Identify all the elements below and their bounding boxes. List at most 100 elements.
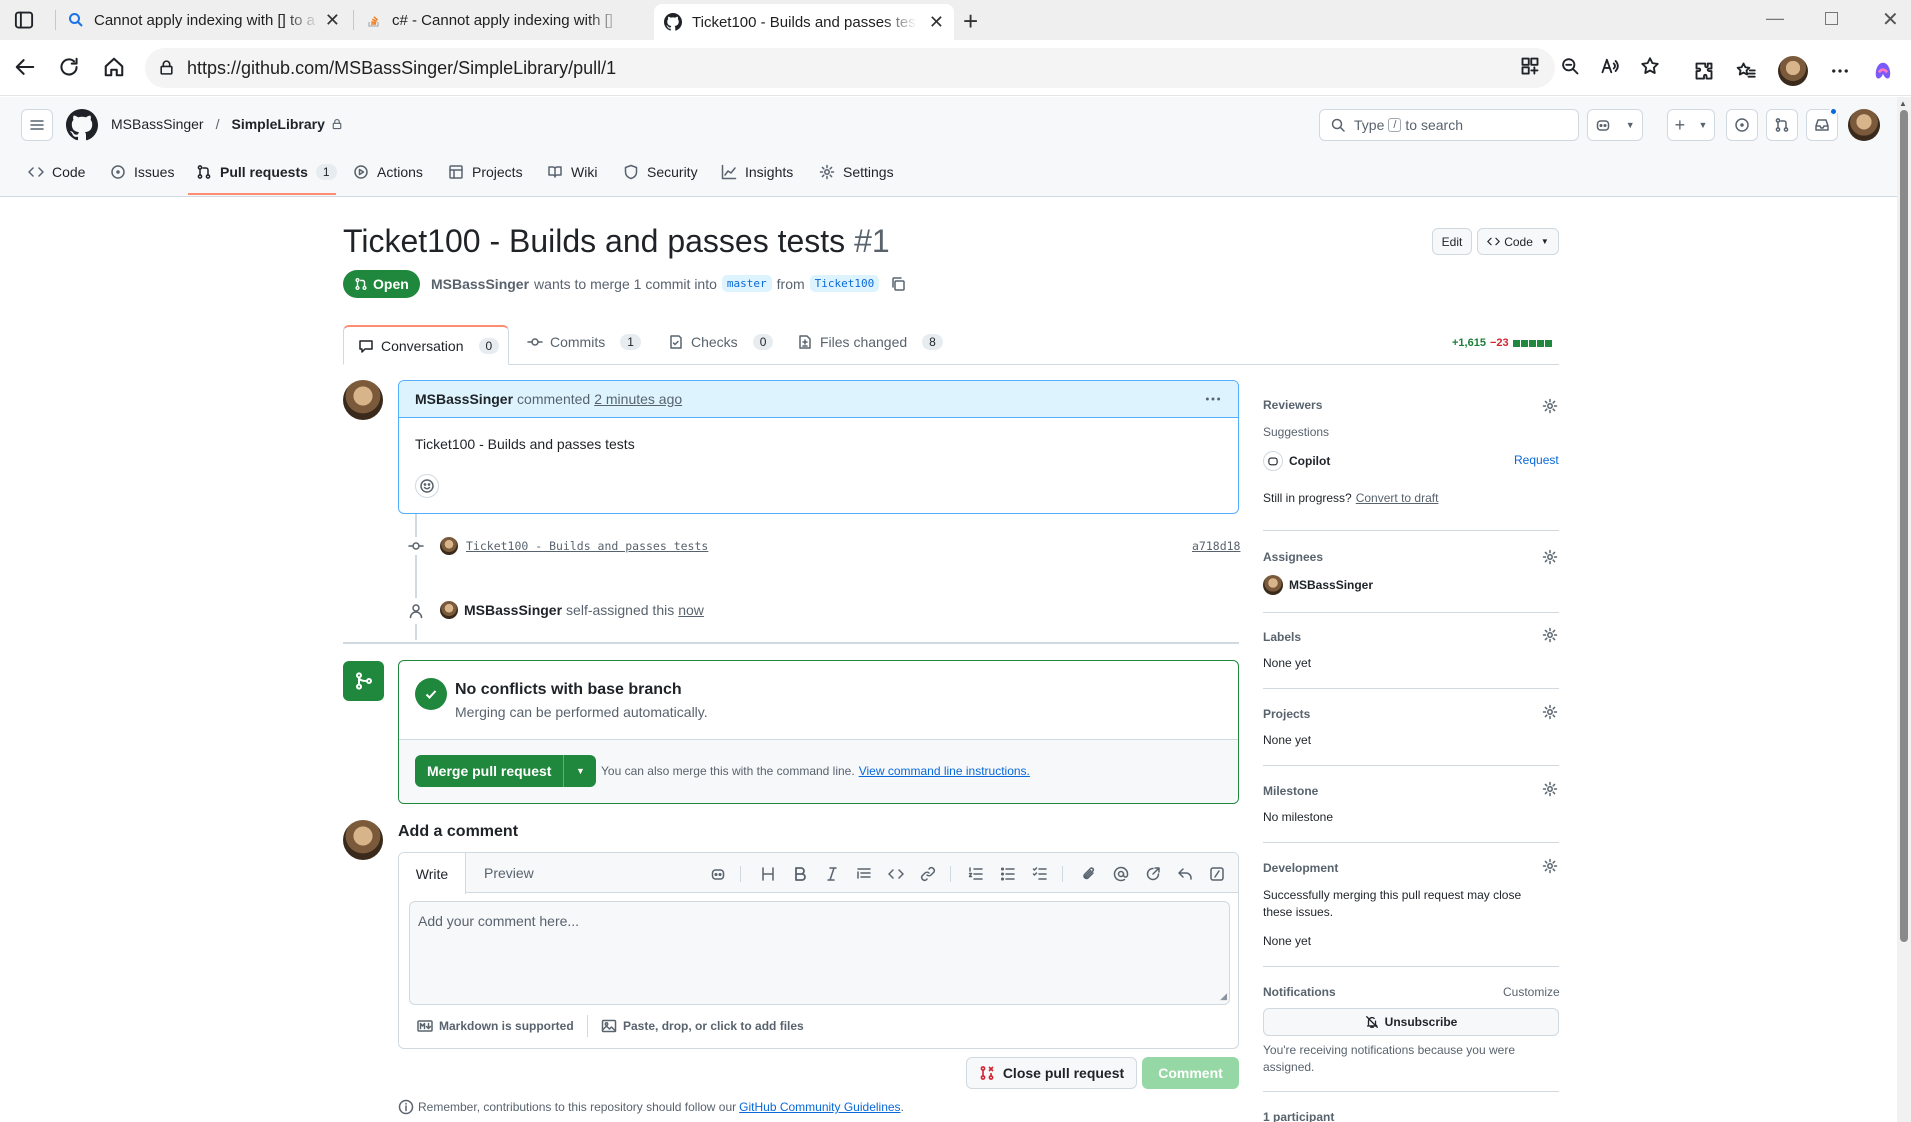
italic-icon[interactable]: [824, 866, 840, 882]
tab-issues[interactable]: Issues: [110, 150, 174, 194]
kebab-menu-icon[interactable]: [1204, 390, 1222, 408]
bold-icon[interactable]: [792, 866, 808, 882]
github-logo-icon[interactable]: [66, 109, 98, 141]
browser-tab-github[interactable]: Ticket100 - Builds and passes test ✕: [654, 4, 954, 40]
tab-code[interactable]: Code: [28, 150, 85, 194]
tab-files-changed[interactable]: Files changed 8: [797, 334, 943, 350]
tab-insights[interactable]: Insights: [721, 150, 793, 194]
commit-avatar[interactable]: [440, 537, 458, 555]
pull-requests-button[interactable]: [1766, 109, 1798, 141]
mention-icon[interactable]: [1113, 866, 1129, 882]
menu-hamburger-icon[interactable]: [21, 109, 53, 141]
issues-button[interactable]: [1726, 109, 1758, 141]
milestone-gear-icon[interactable]: [1542, 781, 1558, 797]
link-icon[interactable]: [920, 866, 936, 882]
customize-link[interactable]: Customize: [1503, 985, 1560, 999]
browser-profile-avatar[interactable]: [1778, 56, 1808, 86]
head-branch[interactable]: Ticket100: [809, 275, 880, 292]
development-gear-icon[interactable]: [1542, 858, 1558, 874]
request-review-link[interactable]: Request: [1514, 453, 1559, 467]
ordered-list-icon[interactable]: [968, 866, 984, 882]
favorites-icon[interactable]: [1736, 61, 1756, 81]
create-new-button[interactable]: + ▼: [1667, 109, 1715, 141]
task-list-icon[interactable]: [1032, 866, 1048, 882]
tab-projects[interactable]: Projects: [448, 150, 523, 194]
browser-tab-stackoverflow[interactable]: c# - Cannot apply indexing with []: [356, 0, 652, 40]
minimize-icon[interactable]: —: [1766, 8, 1784, 29]
assignee-item[interactable]: MSBassSinger: [1263, 575, 1373, 595]
user-avatar[interactable]: [1848, 109, 1880, 141]
avatar[interactable]: [343, 820, 383, 860]
repo-link[interactable]: SimpleLibrary: [231, 116, 324, 132]
favorite-star-icon[interactable]: [1640, 56, 1660, 76]
community-guidelines-link[interactable]: GitHub Community Guidelines: [739, 1100, 900, 1114]
command-line-instructions-link[interactable]: View command line instructions.: [859, 764, 1030, 778]
close-pull-request-button[interactable]: Close pull request: [966, 1057, 1137, 1089]
scrollbar-thumb[interactable]: [1900, 110, 1908, 942]
sidebar-toggle-icon[interactable]: [14, 10, 34, 30]
comment-time[interactable]: 2 minutes ago: [594, 391, 682, 407]
home-icon[interactable]: [103, 56, 125, 78]
extensions-icon[interactable]: [1694, 61, 1714, 81]
tab-preview[interactable]: Preview: [484, 865, 534, 881]
add-reaction-button[interactable]: [415, 474, 439, 498]
unsubscribe-button[interactable]: Unsubscribe: [1263, 1008, 1559, 1036]
inbox-button[interactable]: [1806, 107, 1838, 141]
resize-handle-icon[interactable]: ◢: [1220, 991, 1227, 1002]
tab-write[interactable]: Write: [399, 853, 466, 894]
comment-button[interactable]: Comment: [1142, 1057, 1239, 1089]
comment-textarea[interactable]: Add your comment here... ◢: [409, 901, 1230, 1005]
tab-settings[interactable]: Settings: [819, 150, 894, 194]
reply-icon[interactable]: [1177, 866, 1193, 882]
close-icon[interactable]: ✕: [325, 10, 340, 31]
read-aloud-icon[interactable]: [1600, 56, 1620, 76]
edit-button[interactable]: Edit: [1432, 228, 1472, 255]
cross-reference-icon[interactable]: [1145, 866, 1161, 882]
copilot-menu-button[interactable]: ▼: [1587, 109, 1643, 141]
owner-link[interactable]: MSBassSinger: [111, 116, 204, 132]
merge-method-dropdown-icon[interactable]: ▼: [563, 755, 596, 787]
base-branch[interactable]: master: [721, 275, 772, 292]
site-info-icon[interactable]: [158, 59, 175, 76]
copilot-icon[interactable]: [1872, 60, 1894, 82]
avatar[interactable]: [343, 380, 383, 420]
scroll-up-icon[interactable]: ▲: [1899, 99, 1907, 108]
zoom-icon[interactable]: [1560, 56, 1580, 76]
tab-actions[interactable]: Actions: [353, 150, 423, 194]
close-icon[interactable]: ✕: [929, 12, 944, 33]
assignees-gear-icon[interactable]: [1542, 549, 1558, 565]
tab-security[interactable]: Security: [623, 150, 698, 194]
commit-message-link[interactable]: Ticket100 - Builds and passes tests: [466, 539, 708, 553]
assign-time[interactable]: now: [678, 602, 704, 618]
copilot-icon[interactable]: [710, 866, 726, 882]
labels-gear-icon[interactable]: [1542, 627, 1558, 643]
paperclip-icon[interactable]: [1081, 866, 1097, 882]
assignee-avatar[interactable]: [440, 601, 458, 619]
url-text[interactable]: https://github.com/MSBassSinger/SimpleLi…: [187, 58, 616, 79]
more-icon[interactable]: [1830, 61, 1850, 81]
restore-icon[interactable]: [1825, 12, 1838, 25]
projects-gear-icon[interactable]: [1542, 704, 1558, 720]
back-icon[interactable]: [14, 56, 36, 78]
code-icon[interactable]: [888, 866, 904, 882]
tab-wiki[interactable]: Wiki: [547, 150, 597, 194]
heading-icon[interactable]: [760, 866, 776, 882]
slash-commands-icon[interactable]: [1209, 866, 1225, 882]
tab-commits[interactable]: Commits 1: [527, 334, 641, 350]
markdown-supported-link[interactable]: Markdown is supported: [417, 1018, 574, 1034]
reviewers-gear-icon[interactable]: [1542, 398, 1558, 414]
search-input[interactable]: Type / to search: [1319, 109, 1579, 141]
assign-user-link[interactable]: MSBassSinger: [464, 602, 562, 618]
unordered-list-icon[interactable]: [1000, 866, 1016, 882]
refresh-icon[interactable]: [58, 56, 80, 78]
quote-icon[interactable]: [856, 866, 872, 882]
merge-pull-request-button[interactable]: Merge pull request: [415, 763, 563, 779]
attach-files-button[interactable]: Paste, drop, or click to add files: [601, 1018, 804, 1034]
tab-conversation[interactable]: Conversation 0: [343, 325, 509, 365]
window-close-icon[interactable]: ✕: [1882, 7, 1899, 32]
tab-pull-requests[interactable]: Pull requests 1: [196, 150, 337, 194]
tab-checks[interactable]: Checks 0: [668, 334, 774, 350]
author-link[interactable]: MSBassSinger: [431, 276, 529, 292]
convert-to-draft-link[interactable]: Convert to draft: [1356, 491, 1439, 505]
browser-tab-search[interactable]: Cannot apply indexing with [] to a ✕: [58, 0, 350, 40]
